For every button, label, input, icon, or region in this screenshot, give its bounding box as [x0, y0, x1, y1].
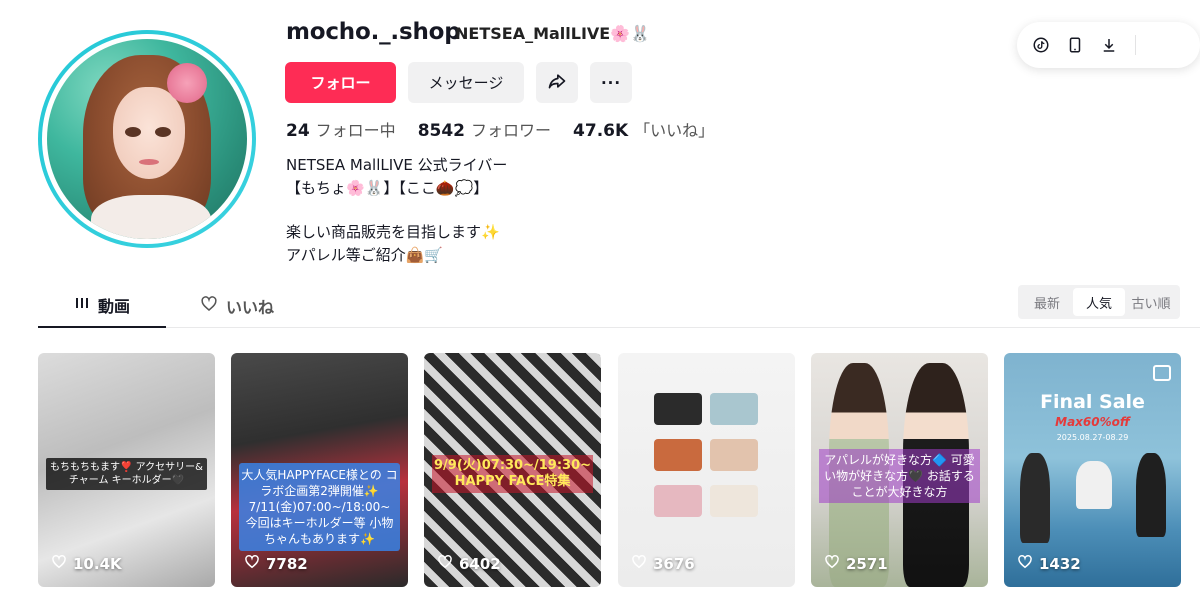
wallet-image [710, 393, 758, 425]
avatar-image [47, 39, 247, 239]
photo-carousel-icon [1153, 365, 1171, 381]
heart-icon [244, 554, 260, 574]
wallet-image [654, 439, 702, 471]
video-likes: 1432 [1017, 554, 1081, 574]
sort-oldest[interactable]: 古い順 [1125, 288, 1177, 316]
wallet-image [654, 393, 702, 425]
video-like-count: 7782 [266, 555, 308, 573]
video-caption: アパレルが好きな方🔷 可愛い物が好きな方🖤 お話することが大好きな方 [819, 449, 980, 503]
heart-icon [1017, 554, 1033, 574]
video-card[interactable]: もちもちもます❣️ アクセサリー&チャーム キーホルダー🖤 10.4K [38, 353, 215, 587]
tiktok-icon[interactable] [1031, 35, 1051, 55]
tab-liked-label: いいね [226, 298, 275, 317]
grid-icon [74, 295, 90, 315]
avatar[interactable] [38, 30, 256, 248]
video-caption: 大人気HAPPYFACE様との コラボ企画第2弾開催✨ 7/11(金)07:00… [239, 463, 400, 551]
message-button[interactable]: メッセージ [408, 62, 524, 103]
more-button[interactable]: ··· [590, 62, 632, 103]
video-likes: 2571 [824, 554, 888, 574]
followers-stat[interactable]: 8542 フォロワー [418, 117, 551, 141]
clothing-image [1020, 453, 1050, 543]
heart-icon [631, 554, 647, 574]
video-like-count: 3676 [653, 555, 695, 573]
likes-stat: 47.6K 「いいね」 [573, 117, 714, 141]
video-card[interactable]: 大人気HAPPYFACE様との コラボ企画第2弾開催✨ 7/11(金)07:00… [231, 353, 408, 587]
followers-label: フォロワー [471, 121, 552, 140]
following-stat[interactable]: 24 フォロー中 [286, 117, 396, 141]
wallet-image [654, 485, 702, 517]
username: mocho._.shop [286, 19, 461, 45]
bio-line: 【もちょ🌸🐰】【ここ🌰💭】 [286, 179, 489, 197]
avatar-eye-left [125, 127, 141, 137]
profile-stats: 24 フォロー中 8542 フォロワー 47.6K 「いいね」 [286, 117, 714, 141]
sale-title: Final Sale [1040, 391, 1145, 413]
download-icon[interactable] [1099, 35, 1119, 55]
heart-lock-icon [200, 295, 218, 317]
bio-line: アパレル等ご紹介👜🛒 [286, 246, 444, 264]
avatar-frame [42, 34, 252, 244]
tab-videos-label: 動画 [97, 297, 130, 316]
sort-popular[interactable]: 人気 [1073, 288, 1125, 316]
sort-segmented-control: 最新 人気 古い順 [1018, 285, 1180, 319]
wallet-image [710, 439, 758, 471]
video-likes: 10.4K [51, 554, 122, 574]
video-like-count: 6402 [459, 555, 501, 573]
video-grid: もちもちもます❣️ アクセサリー&チャーム キーホルダー🖤 10.4K 大人気H… [38, 353, 1200, 587]
clothing-image [1136, 453, 1166, 537]
video-likes: 6402 [437, 554, 501, 574]
likes-label: 「いいね」 [634, 121, 715, 140]
sale-subtitle: Max60%off [1055, 415, 1130, 429]
tab-videos[interactable]: 動画 [38, 284, 166, 328]
following-count: 24 [286, 121, 310, 141]
avatar-eye-right [155, 127, 171, 137]
heart-icon [437, 554, 453, 574]
heart-icon [51, 554, 67, 574]
avatar-lips [139, 159, 159, 165]
video-like-count: 10.4K [73, 555, 122, 573]
video-likes: 3676 [631, 554, 695, 574]
avatar-dress [91, 195, 211, 239]
likes-count: 47.6K [573, 121, 629, 141]
sale-date: 2025.08.27-08.29 [1056, 433, 1129, 442]
video-like-count: 2571 [846, 555, 888, 573]
following-label: フォロー中 [315, 121, 396, 140]
share-icon [547, 71, 567, 95]
avatar-face [113, 87, 185, 179]
heart-icon [824, 554, 840, 574]
clothing-image [1076, 461, 1112, 509]
share-button[interactable] [536, 62, 578, 103]
video-card[interactable]: 9/9(火)07:30~/19:30~ HAPPY FACE特集 6402 [424, 353, 601, 587]
tab-liked[interactable]: いいね [200, 284, 274, 328]
wallet-image [710, 485, 758, 517]
profile-bio: NETSEA MallLIVE 公式ライバー 【もちょ🌸🐰】【ここ🌰💭】 楽しい… [286, 154, 507, 267]
follow-button[interactable]: フォロー [285, 62, 396, 103]
video-caption: 9/9(火)07:30~/19:30~ HAPPY FACE特集 [432, 455, 593, 493]
video-likes: 7782 [244, 554, 308, 574]
video-caption: もちもちもます❣️ アクセサリー&チャーム キーホルダー🖤 [46, 458, 207, 490]
video-card[interactable]: Final Sale Max60%off 2025.08.27-08.29 14… [1004, 353, 1181, 587]
nickname: NETSEA_MallLIVE🌸🐰 [455, 24, 651, 43]
avatar-flower [167, 63, 207, 103]
video-card[interactable]: 3676 [618, 353, 795, 587]
sort-latest[interactable]: 最新 [1021, 288, 1073, 316]
video-like-count: 1432 [1039, 555, 1081, 573]
mobile-icon[interactable] [1065, 35, 1085, 55]
video-card[interactable]: アパレルが好きな方🔷 可愛い物が好きな方🖤 お話することが大好きな方 2571 [811, 353, 988, 587]
top-right-toolbar [1017, 22, 1200, 68]
bio-line: NETSEA MallLIVE 公式ライバー [286, 156, 508, 174]
bio-line: 楽しい商品販売を目指します✨ [286, 223, 500, 241]
followers-count: 8542 [417, 121, 466, 141]
toolbar-divider [1135, 35, 1136, 55]
